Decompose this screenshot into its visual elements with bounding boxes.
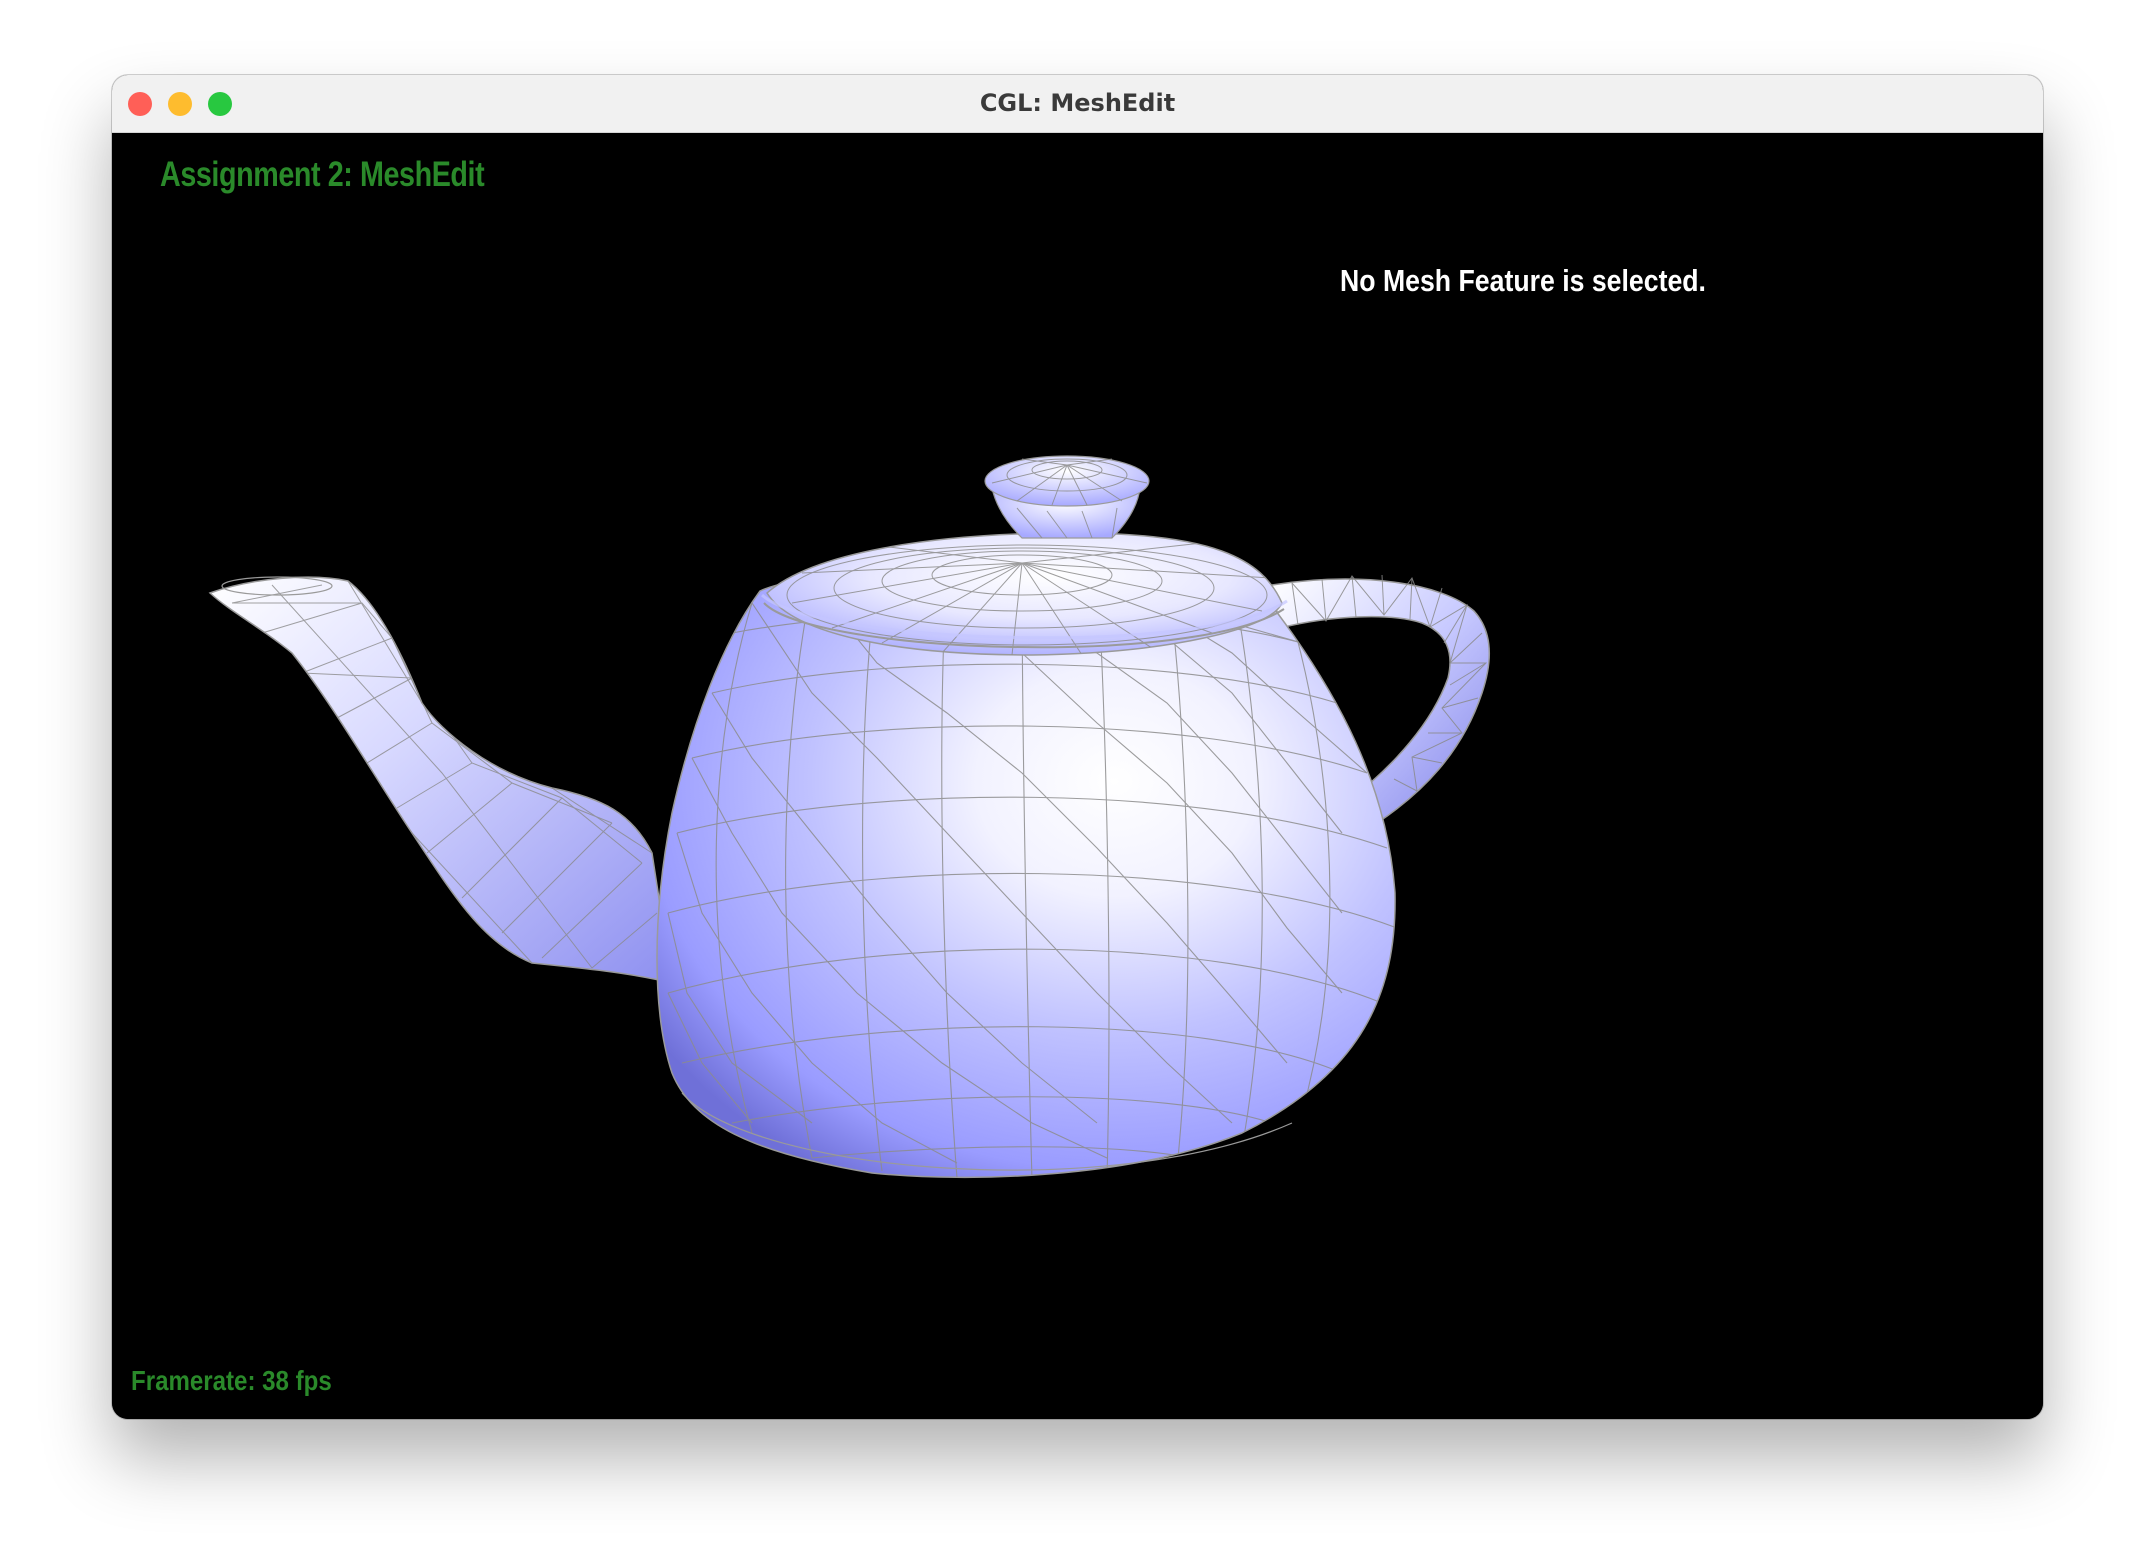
selection-status: No Mesh Feature is selected. [1340,263,1706,298]
window-title: CGL: MeshEdit [979,89,1176,117]
framerate-readout: Framerate: 38 fps [131,1365,332,1396]
render-viewport[interactable]: Assignment 2: MeshEdit No Mesh Feature i… [112,133,2043,1419]
teapot-mesh[interactable] [112,133,2043,1419]
teapot-body [656,567,1396,1179]
title-bar[interactable]: CGL: MeshEdit [112,75,2043,133]
assignment-title: Assignment 2: MeshEdit [160,155,485,194]
app-window: CGL: MeshEdit Assignment 2: MeshEdit No … [112,75,2043,1419]
teapot-knob [984,455,1150,539]
teapot-spout [208,576,673,985]
